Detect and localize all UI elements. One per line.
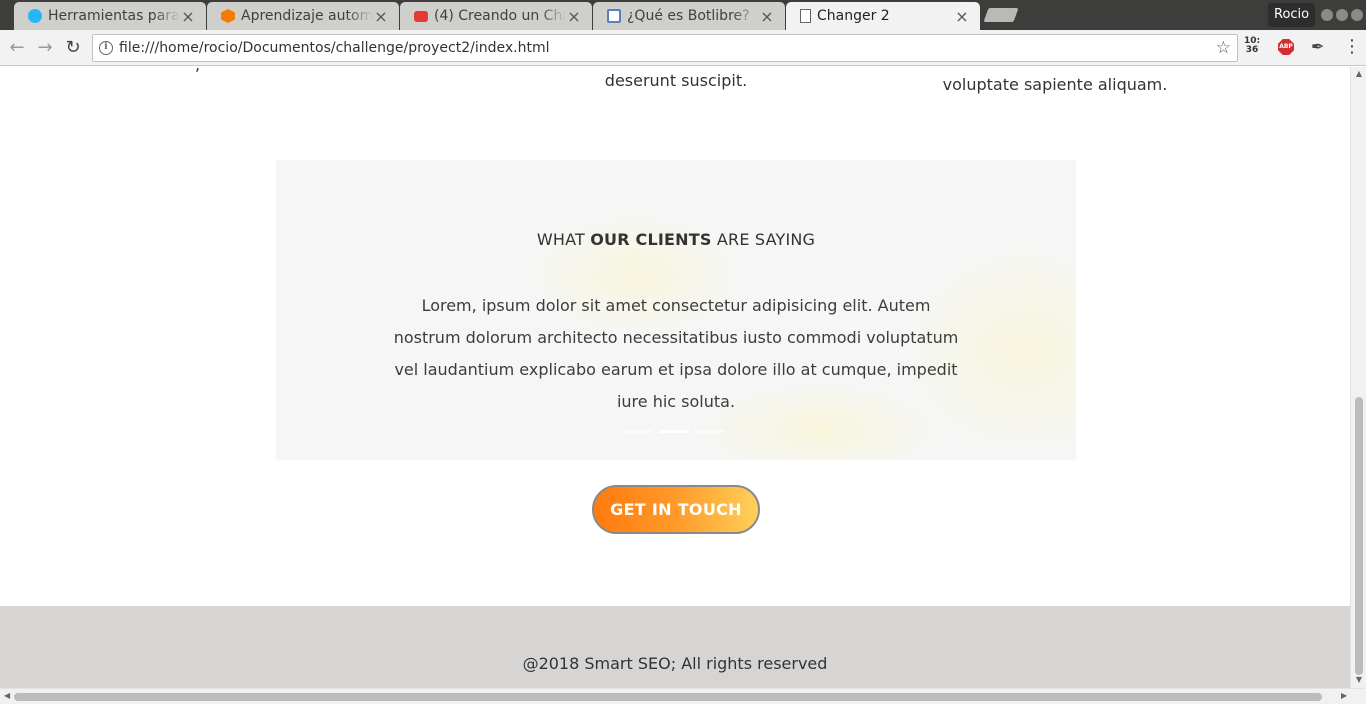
carousel-dot-3[interactable] — [695, 430, 725, 433]
close-tab-icon[interactable]: × — [566, 7, 582, 26]
heading-post: ARE SAYING — [711, 230, 816, 249]
tab-title: Aprendizaje automático — [241, 8, 373, 24]
profile-button[interactable]: Rocio — [1268, 3, 1316, 27]
horizontal-scroll-thumb[interactable] — [14, 693, 1322, 701]
testimonial-quote: Lorem, ipsum dolor sit amet consectetur … — [393, 296, 959, 411]
youtube-favicon-icon — [414, 10, 428, 22]
scroll-right-arrow-icon[interactable]: ▶ — [1341, 691, 1347, 700]
carousel-dot-2[interactable] — [659, 430, 689, 433]
page-viewport: , deserunt suscipit. voluptate sapiente … — [0, 67, 1350, 688]
robot-favicon-icon — [28, 9, 42, 23]
page-favicon-icon — [800, 9, 811, 23]
heading-pre: WHAT — [536, 230, 591, 249]
scroll-down-arrow-icon[interactable]: ▼ — [1351, 675, 1366, 684]
tab-title: (4) Creando un Chat — [434, 8, 566, 24]
scroll-left-arrow-icon[interactable]: ◀ — [4, 691, 10, 700]
horizontal-scrollbar[interactable]: ◀ ▶ — [0, 688, 1366, 704]
testimonial-heading: WHAT OUR CLIENTS ARE SAYING — [276, 230, 1076, 249]
clipped-text-fragment: , — [195, 67, 200, 74]
bookmark-star-icon[interactable]: ☆ — [1216, 38, 1231, 58]
close-tab-icon[interactable]: × — [180, 7, 196, 26]
get-in-touch-button[interactable]: GET IN TOUCH — [592, 485, 760, 534]
page-footer: @2018 Smart SEO; All rights reserved — [0, 606, 1350, 688]
carousel-dot-1[interactable] — [623, 430, 653, 433]
clock-extension-icon[interactable]: 10: 36 — [1244, 37, 1260, 55]
screen-favicon-icon — [607, 9, 621, 23]
url-text[interactable]: file:///home/rocio/Documentos/challenge/… — [119, 40, 549, 56]
column-text-tail: voluptate sapiente aliquam. — [942, 75, 1168, 94]
back-arrow-icon[interactable]: ← — [6, 37, 28, 59]
new-tab-button[interactable] — [983, 8, 1019, 22]
tab-changer-2[interactable]: Changer 2 × — [786, 2, 980, 30]
tab-youtube[interactable]: (4) Creando un Chat × — [400, 2, 592, 30]
heading-bold: OUR CLIENTS — [590, 230, 712, 249]
reload-icon[interactable]: ↻ — [62, 37, 84, 59]
tab-aprendizaje[interactable]: Aprendizaje automático × — [207, 2, 399, 30]
tab-title: Herramientas para r — [48, 8, 180, 24]
vertical-scroll-thumb[interactable] — [1355, 397, 1363, 675]
tab-botlibre[interactable]: ¿Qué es Botlibre? – × — [593, 2, 785, 30]
maximize-window-icon[interactable] — [1336, 9, 1348, 21]
close-tab-icon[interactable]: × — [373, 7, 389, 26]
forward-arrow-icon[interactable]: → — [34, 37, 56, 59]
copyright-text: @2018 Smart SEO; All rights reserved — [522, 654, 828, 673]
site-info-icon[interactable]: i — [99, 41, 113, 55]
minimize-window-icon[interactable] — [1321, 9, 1333, 21]
cube-favicon-icon — [221, 9, 235, 23]
browser-toolbar: ← → ↻ i file:///home/rocio/Documentos/ch… — [0, 30, 1366, 66]
browser-menu-icon[interactable]: ⋮ — [1343, 36, 1361, 57]
carousel-indicators — [623, 430, 725, 433]
tab-title: Changer 2 — [817, 8, 890, 24]
tab-strip: Herramientas para r × Aprendizaje automá… — [0, 0, 1366, 30]
close-tab-icon[interactable]: × — [954, 7, 970, 26]
testimonial-section: WHAT OUR CLIENTS ARE SAYING Lorem, ipsum… — [276, 160, 1076, 460]
close-window-icon[interactable] — [1351, 9, 1363, 21]
scroll-up-arrow-icon[interactable]: ▲ — [1351, 69, 1366, 78]
close-tab-icon[interactable]: × — [759, 7, 775, 26]
column-text-tail: deserunt suscipit. — [604, 71, 748, 90]
address-bar[interactable]: i file:///home/rocio/Documentos/challeng… — [92, 34, 1238, 62]
adblock-extension-icon[interactable]: ABP — [1278, 39, 1294, 55]
vertical-scrollbar[interactable]: ▲ ▼ — [1350, 67, 1366, 688]
tab-title: ¿Qué es Botlibre? – — [627, 8, 759, 24]
eyedropper-extension-icon[interactable]: ✒ — [1311, 37, 1324, 56]
tab-herramientas[interactable]: Herramientas para r × — [14, 2, 206, 30]
